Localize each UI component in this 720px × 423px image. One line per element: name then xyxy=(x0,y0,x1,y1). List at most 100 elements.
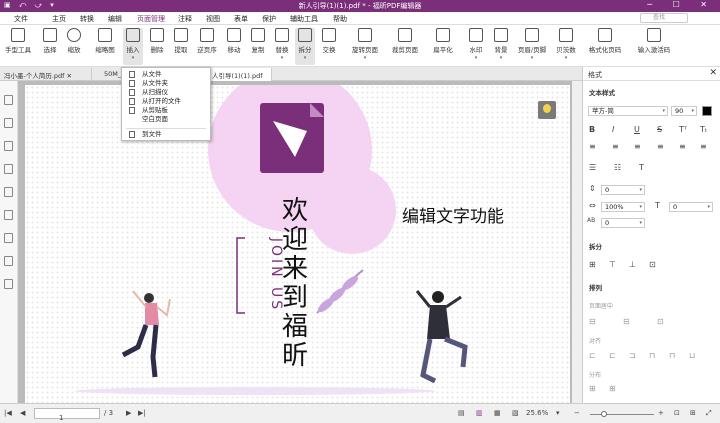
char-spacing-field[interactable]: 0 xyxy=(601,218,645,228)
center-horizontal-icon[interactable]: ⊟ xyxy=(589,317,596,326)
split-icon-4[interactable]: ⊡ xyxy=(649,260,656,269)
last-page-icon[interactable]: ▶| xyxy=(138,409,146,417)
font-family-select[interactable]: 苹方-简 xyxy=(588,106,668,116)
bullet-list-icon[interactable]: ☰ xyxy=(589,163,596,172)
two-page-icon[interactable]: ▦ xyxy=(494,409,501,417)
distribute-h-icon[interactable]: ⊞ xyxy=(589,384,596,393)
insert-from-open-file[interactable]: 从打开的文件 xyxy=(122,97,210,106)
menu-tools[interactable]: 辅助工具 xyxy=(290,14,318,24)
fit-width-icon[interactable]: ⊞ xyxy=(690,409,696,417)
two-page-continuous-icon[interactable]: ▧ xyxy=(512,409,519,417)
fullscreen-icon[interactable]: ⤢ xyxy=(706,409,712,418)
comments-icon[interactable] xyxy=(4,141,13,151)
split-icon-1[interactable]: ⊞ xyxy=(589,260,596,269)
split-icon-2[interactable]: ⊤ xyxy=(609,260,616,269)
horizontal-scale-icon[interactable]: ⇔ xyxy=(589,201,596,210)
window-controls[interactable]: ─ ☐ ✕ xyxy=(647,0,716,9)
zoom-in-icon[interactable]: + xyxy=(658,409,664,417)
rotate-page-button[interactable]: 旋转页面 ▾ xyxy=(348,28,382,61)
single-page-icon[interactable]: ▤ xyxy=(458,409,465,417)
menu-home[interactable]: 主页 xyxy=(52,14,66,24)
bulb-icon[interactable] xyxy=(538,101,556,119)
align-vcenter-obj-icon[interactable]: ⊓ xyxy=(669,351,675,360)
menu-form[interactable]: 表单 xyxy=(234,14,248,24)
swap-button[interactable]: 交换 xyxy=(319,28,339,54)
bookmark-icon[interactable] xyxy=(4,95,13,105)
text-direction-icon[interactable]: T xyxy=(639,163,644,172)
line-spacing-field[interactable]: 0 xyxy=(601,185,645,195)
distribute-justify-icon[interactable]: ≡ xyxy=(679,142,686,151)
insert-from-scanner[interactable]: 从扫描仪 xyxy=(122,88,210,97)
search-input[interactable]: 查找 xyxy=(640,13,688,23)
underline-icon[interactable]: U xyxy=(634,125,640,134)
fit-page-icon[interactable]: ⊡ xyxy=(674,409,680,417)
indent-icon[interactable]: T xyxy=(655,201,660,210)
move-button[interactable]: 移动 xyxy=(224,28,244,54)
align-top-obj-icon[interactable]: ⊓ xyxy=(649,351,655,360)
menu-convert[interactable]: 转换 xyxy=(80,14,94,24)
background-button[interactable]: 背景 ▾ xyxy=(490,28,512,61)
insert-from-file[interactable]: 从文件 xyxy=(122,70,210,79)
align-left-icon[interactable]: ≡ xyxy=(589,142,596,151)
align-right-icon[interactable]: ≡ xyxy=(634,142,641,151)
tab-resume[interactable]: 冯小墨-个人简历.pdf ✕ xyxy=(0,68,92,81)
subscript-icon[interactable]: Tₜ xyxy=(700,125,707,134)
continuous-page-icon[interactable]: ▥ xyxy=(476,409,483,417)
split-button[interactable]: 拆分 ▾ xyxy=(295,28,315,65)
edit-text-feature[interactable]: 编辑文字功能 xyxy=(402,202,504,227)
distribute-v-icon[interactable]: ⊞ xyxy=(609,384,616,393)
close-panel-icon[interactable]: ✕ xyxy=(709,68,717,78)
delete-button[interactable]: 删除 xyxy=(147,28,167,54)
prev-page-icon[interactable]: ◀ xyxy=(20,409,25,417)
menu-protect[interactable]: 保护 xyxy=(262,14,276,24)
insert-to-file[interactable]: 到文件 xyxy=(122,130,210,139)
zoom-slider-track[interactable] xyxy=(590,414,654,415)
menu-view[interactable]: 视图 xyxy=(206,14,220,24)
justify-all-icon[interactable]: ≡ xyxy=(700,142,707,151)
extract-button[interactable]: 提取 xyxy=(171,28,191,54)
header-footer-button[interactable]: 页眉/页脚 ▾ xyxy=(514,28,550,61)
zoom-out-icon[interactable]: − xyxy=(574,409,580,417)
menu-comment[interactable]: 注释 xyxy=(178,14,192,24)
first-page-icon[interactable]: |◀ xyxy=(4,409,12,417)
split-icon-3[interactable]: ⊥ xyxy=(629,260,636,269)
tab-guide[interactable]: 人引导(1)(1).pdf * ✕ xyxy=(208,68,272,88)
center-vertical-icon[interactable]: ⊟ xyxy=(623,317,630,326)
superscript-icon[interactable]: Tᵀ xyxy=(679,125,687,134)
justify-icon[interactable]: ≡ xyxy=(657,142,664,151)
italic-icon[interactable]: I xyxy=(612,125,614,134)
align-left-obj-icon[interactable]: ⊏ xyxy=(589,351,596,360)
attachment-icon[interactable] xyxy=(4,187,13,197)
zoom-slider-handle[interactable] xyxy=(601,411,607,417)
font-size-select[interactable]: 90 xyxy=(671,106,697,116)
pages-icon[interactable] xyxy=(4,118,13,128)
format-page-number-button[interactable]: 格式化页码 xyxy=(585,28,625,54)
replace-button[interactable]: 替换 ▾ xyxy=(272,28,292,61)
flatten-button[interactable]: 扁平化 xyxy=(430,28,456,54)
pdf-page[interactable]: 欢迎来到福昕 JOIN US 编辑文字功能 xyxy=(25,85,570,403)
font-color-swatch[interactable] xyxy=(702,106,712,116)
center-both-icon[interactable]: ⊡ xyxy=(657,317,664,326)
select-button[interactable]: 选择 xyxy=(40,28,60,54)
zoom-button[interactable]: 缩放 xyxy=(64,28,84,54)
menu-file[interactable]: 文件 xyxy=(14,14,28,24)
align-center-icon[interactable]: ≡ xyxy=(612,142,619,151)
bold-icon[interactable]: B xyxy=(589,125,595,134)
horizontal-scale-field[interactable]: 100% xyxy=(601,202,645,212)
numbered-list-icon[interactable]: ☷ xyxy=(614,163,621,172)
stamp-icon[interactable] xyxy=(4,256,13,266)
menu-edit[interactable]: 编辑 xyxy=(108,14,122,24)
hand-tool-button[interactable]: 手型工具 xyxy=(4,28,32,54)
insert-from-clipboard[interactable]: 从剪贴板 xyxy=(122,106,210,115)
bates-button[interactable]: 贝茨数 ▾ xyxy=(553,28,579,61)
form-icon[interactable] xyxy=(4,279,13,289)
layers-icon[interactable] xyxy=(4,164,13,174)
menu-help[interactable]: 帮助 xyxy=(333,14,347,24)
insert-blank-page[interactable]: 空白页面 xyxy=(122,115,210,124)
zoom-value[interactable]: 25.6% xyxy=(526,409,548,417)
align-right-obj-icon[interactable]: ⊐ xyxy=(629,351,636,360)
char-spacing-icon[interactable]: AB xyxy=(587,217,595,224)
align-bottom-obj-icon[interactable]: ⊔ xyxy=(689,351,695,360)
align-hcenter-obj-icon[interactable]: ⊏ xyxy=(609,351,616,360)
strikethrough-icon[interactable]: S xyxy=(657,125,662,134)
